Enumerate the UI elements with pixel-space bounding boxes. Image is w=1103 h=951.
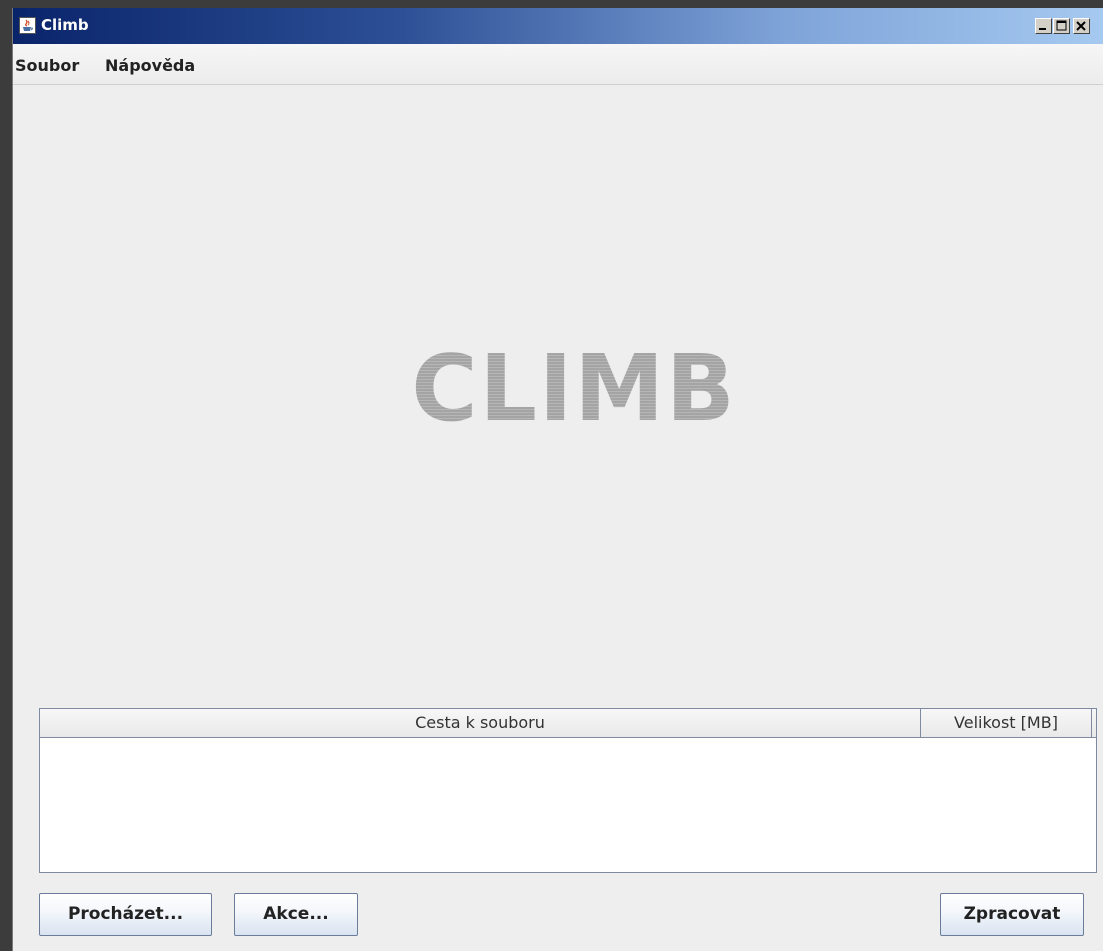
process-button[interactable]: Zpracovat: [940, 893, 1084, 936]
browse-button[interactable]: Procházet...: [39, 893, 212, 936]
file-table[interactable]: Cesta k souboru Velikost [MB]: [39, 708, 1097, 873]
column-header-size[interactable]: Velikost [MB]: [921, 709, 1092, 737]
app-window: Climb Soubor Nápověda CLIMB Cesta k soub…: [12, 8, 1103, 951]
menu-napoveda[interactable]: Nápověda: [105, 56, 195, 75]
maximize-icon: [1056, 20, 1067, 31]
title-bar[interactable]: Climb: [13, 8, 1103, 44]
maximize-button[interactable]: [1053, 18, 1070, 34]
minimize-icon: [1039, 28, 1046, 30]
menu-soubor[interactable]: Soubor: [15, 56, 79, 75]
close-button[interactable]: [1073, 18, 1090, 34]
column-header-path[interactable]: Cesta k souboru: [40, 709, 921, 737]
window-title: Climb: [41, 16, 89, 34]
table-body[interactable]: [40, 738, 1096, 872]
climb-logo: CLIMB: [411, 335, 737, 442]
java-cup-icon: [19, 17, 36, 34]
minimize-button[interactable]: [1035, 18, 1052, 34]
table-header: Cesta k souboru Velikost [MB]: [40, 709, 1096, 738]
menu-bar: Soubor Nápověda: [13, 44, 1103, 85]
action-button[interactable]: Akce...: [234, 893, 358, 936]
close-icon: [1076, 21, 1086, 31]
